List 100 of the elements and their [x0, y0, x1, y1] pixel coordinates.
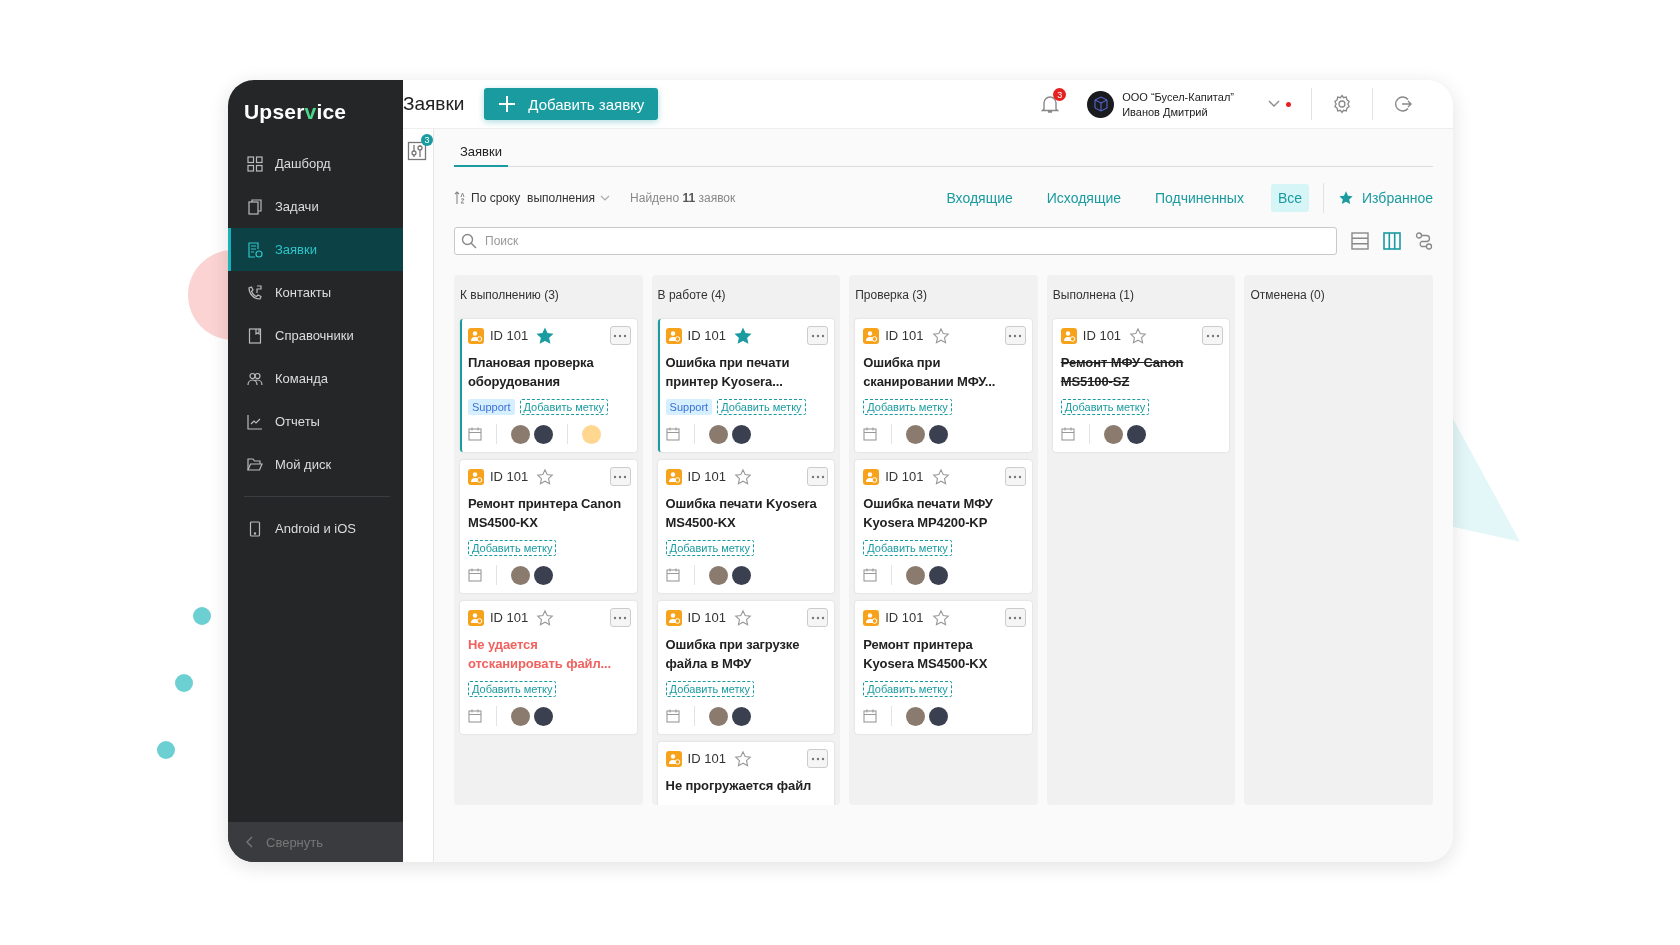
request-card[interactable]: ID 101 Ремонт принтера Canon MS4500-KX Добавить метку: [460, 460, 637, 593]
star-icon[interactable]: [536, 608, 555, 627]
star-icon[interactable]: [536, 326, 555, 345]
column-title: Выполнена (1): [1052, 287, 1135, 304]
sidebar-item[interactable]: Android и iOS: [228, 507, 403, 550]
calendar-icon[interactable]: [468, 568, 482, 582]
more-button[interactable]: [609, 608, 631, 627]
star-icon[interactable]: [733, 608, 752, 627]
settings-icon[interactable]: [1332, 94, 1352, 114]
clipboard-icon: [247, 198, 263, 215]
request-card[interactable]: ID 101 Ошибка при печати принтер Kyosera... Support Добавить метку: [657, 319, 835, 452]
more-button[interactable]: [807, 326, 829, 345]
chevron-down-icon: [600, 195, 611, 201]
star-icon[interactable]: [733, 467, 752, 486]
sort-icon: [454, 191, 466, 205]
flow-view-icon[interactable]: [1415, 232, 1433, 250]
request-type-icon: [468, 468, 484, 485]
request-card[interactable]: ID 101 Ошибка печати МФУ Kyosera MP4200-KP Добавить метку: [855, 460, 1032, 593]
request-id: ID 101: [885, 610, 924, 625]
add-tag-button[interactable]: Добавить метку: [468, 540, 557, 556]
sidebar-item[interactable]: Задачи: [228, 185, 403, 228]
search-icon: [461, 233, 477, 249]
request-type-icon: [665, 609, 682, 626]
request-card[interactable]: ID 101 Ошибка при сканировании МФУ... Добавить метку: [855, 319, 1032, 452]
sidebar-item[interactable]: Справочники: [228, 314, 403, 357]
more-button[interactable]: [609, 467, 631, 486]
sidebar-item[interactable]: Отчеты: [228, 400, 403, 443]
avatar: [929, 565, 949, 585]
star-icon[interactable]: [536, 467, 555, 486]
sidebar-item[interactable]: Дашборд: [228, 142, 403, 185]
add-tag-button[interactable]: Добавить метку: [519, 399, 608, 415]
add-tag-button[interactable]: Добавить метку: [863, 681, 952, 697]
star-icon[interactable]: [733, 749, 752, 768]
tab[interactable]: Заявки: [454, 136, 508, 167]
add-tag-button[interactable]: Добавить метку: [665, 681, 755, 697]
add-tag-button[interactable]: Добавить метку: [665, 540, 755, 556]
request-card[interactable]: ID 101 Плановая проверка оборудования Support Добавить метку: [460, 319, 637, 452]
add-tag-button[interactable]: Добавить метку: [468, 681, 557, 697]
more-button[interactable]: [807, 608, 829, 627]
column-title: К выполнению (3): [460, 287, 560, 304]
request-card[interactable]: ID 101 Не удается отсканировать файл... Добавить метку: [460, 601, 637, 734]
bell-icon[interactable]: [1041, 94, 1060, 114]
avatar: [906, 565, 926, 585]
request-card[interactable]: ID 101 Ошибка печати Kyosera MS4500-KX Добавить метку: [657, 460, 835, 593]
add-tag-button[interactable]: Добавить метку: [717, 399, 806, 415]
filter-count-badge: 3: [421, 134, 433, 146]
calendar-icon[interactable]: [1060, 427, 1075, 441]
request-card[interactable]: ID 101 Ремонт МФУ Canon MS5100-SZ Добавить метку: [1052, 319, 1230, 452]
calendar-icon[interactable]: [468, 709, 482, 723]
decorative-dot: [157, 741, 175, 759]
request-type-icon: [665, 750, 682, 767]
calendar-icon[interactable]: [665, 568, 680, 582]
calendar-icon[interactable]: [863, 427, 878, 441]
board-view-icon[interactable]: [1383, 232, 1401, 250]
more-button[interactable]: [1004, 467, 1026, 486]
sidebar-item[interactable]: Контакты: [228, 271, 403, 314]
sidebar-item[interactable]: Заявки: [228, 228, 403, 271]
more-button[interactable]: [1004, 326, 1026, 345]
more-button[interactable]: [1004, 608, 1026, 627]
calendar-icon[interactable]: [468, 427, 482, 441]
filter-icon[interactable]: [407, 141, 427, 161]
calendar-icon[interactable]: [665, 427, 680, 441]
more-button[interactable]: [807, 467, 829, 486]
add-tag-button[interactable]: Добавить метку: [863, 399, 952, 415]
sort-dropdown[interactable]: По сроку выполнения: [454, 191, 611, 205]
request-title: Ремонт принтера Kyosera MS4500-KX: [863, 636, 989, 673]
calendar-icon[interactable]: [863, 709, 878, 723]
request-card[interactable]: ID 101 Не прогружается файл: [657, 742, 835, 805]
star-icon[interactable]: [1129, 326, 1148, 345]
avatar: [708, 706, 728, 726]
sidebar-item[interactable]: Команда: [228, 357, 403, 400]
request-type-icon: [863, 468, 880, 485]
more-button[interactable]: [1202, 326, 1224, 345]
star-icon[interactable]: [931, 326, 950, 345]
add-tag-button[interactable]: Добавить метку: [863, 540, 952, 556]
avatar: [906, 706, 926, 726]
request-title: Ошибка при сканировании МФУ...: [863, 354, 997, 391]
search-field[interactable]: Поиск: [454, 227, 1337, 255]
calendar-icon[interactable]: [665, 709, 680, 723]
avatar: [534, 706, 553, 726]
calendar-icon[interactable]: [863, 568, 878, 582]
list-view-icon[interactable]: [1351, 232, 1369, 250]
star-icon[interactable]: [931, 467, 950, 486]
star-icon[interactable]: [931, 608, 950, 627]
request-card[interactable]: ID 101 Ремонт принтера Kyosera MS4500-KX Добавить метку: [855, 601, 1032, 734]
grid-icon: [247, 155, 263, 172]
star-icon[interactable]: [733, 326, 752, 345]
request-type-icon: [863, 609, 880, 626]
add-tag-button[interactable]: Добавить метку: [1060, 399, 1150, 415]
sidebar-item[interactable]: Мой диск: [228, 443, 403, 486]
request-card[interactable]: ID 101 Ошибка при загрузке файла в МФУ Добавить метку: [657, 601, 835, 734]
more-button[interactable]: [807, 749, 829, 768]
more-icon: [613, 333, 628, 338]
more-button[interactable]: [609, 326, 631, 345]
decorative-dot: [193, 607, 211, 625]
chevron-down-icon[interactable]: [1268, 100, 1280, 108]
request-type-icon: [1060, 327, 1077, 344]
request-id: ID 101: [687, 610, 726, 625]
company-avatar: [1087, 90, 1115, 118]
logout-icon[interactable]: [1393, 94, 1413, 114]
